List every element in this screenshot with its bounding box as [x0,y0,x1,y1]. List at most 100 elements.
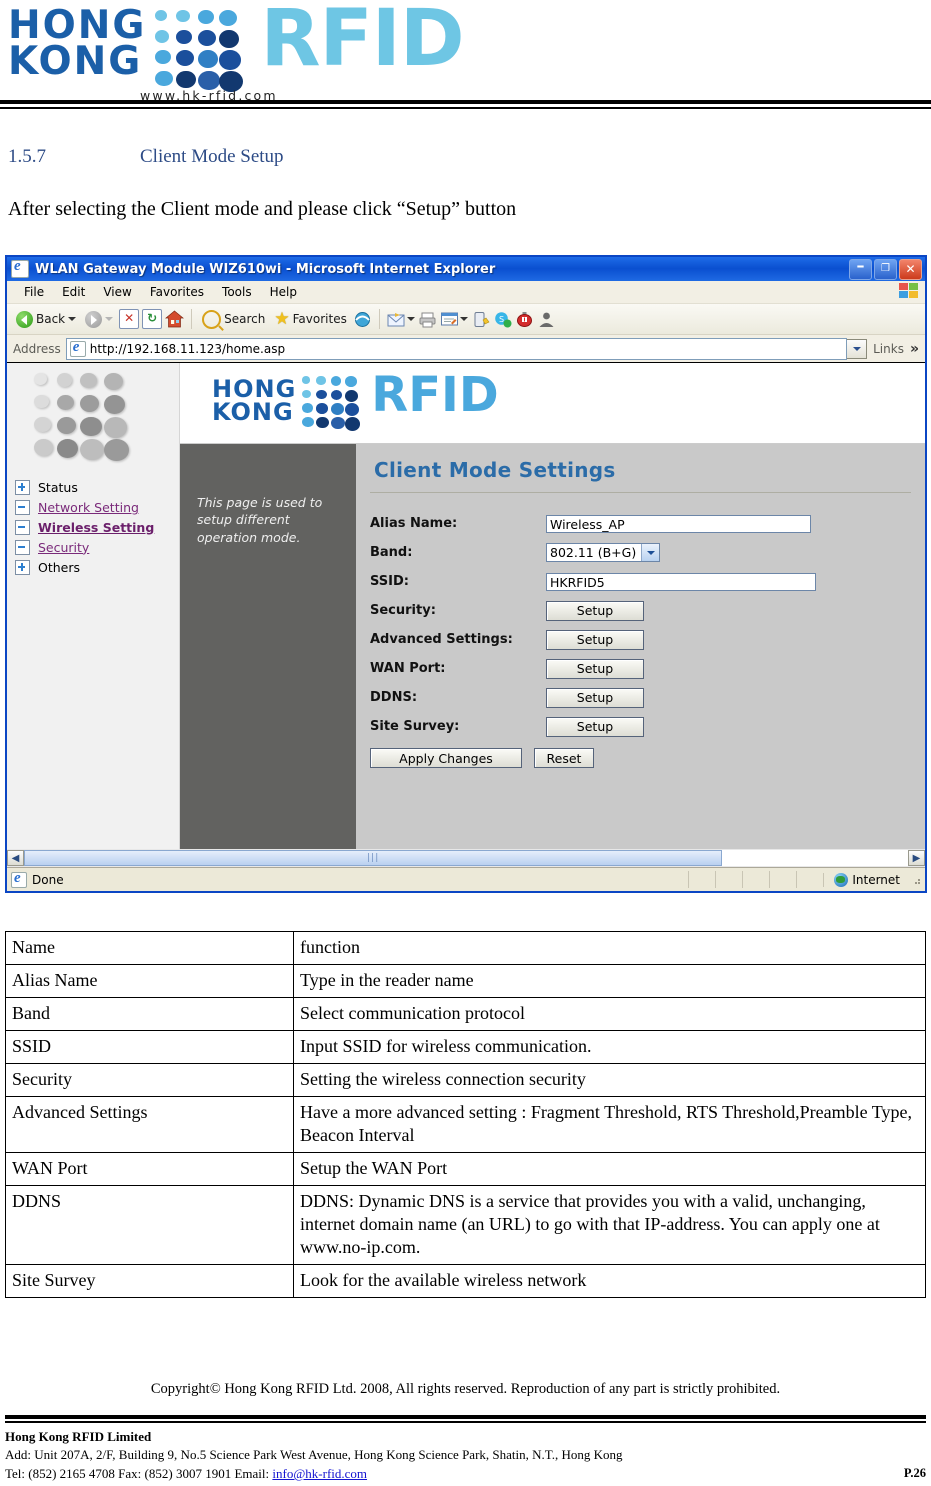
horizontal-scrollbar[interactable]: ◀ ||| ▶ [7,849,925,867]
alert-icon[interactable] [515,311,534,328]
menu-item-help[interactable]: Help [261,284,306,300]
sidebar-item-network-setting[interactable]: Network Setting [15,497,175,517]
links-label[interactable]: Links [873,342,904,356]
minimize-button[interactable]: – [849,258,872,280]
expand-plus-icon[interactable] [15,559,30,575]
chevron-down-icon[interactable] [641,544,660,561]
menu-item-file[interactable]: File [15,284,53,300]
table-row: DDNS DDNS: Dynamic DNS is a service that … [5,1185,926,1266]
setup-button-advanced-settings[interactable]: Setup [546,629,644,650]
close-button[interactable]: ✕ [899,259,922,280]
footer-contact: Tel: (852) 2165 4708 Fax: (852) 3007 190… [5,1465,273,1481]
windows-logo-icon [899,283,919,300]
back-button[interactable]: Back [13,310,79,329]
browser-titlebar[interactable]: WLAN Gateway Module WIZ610wi - Microsoft… [7,257,925,281]
setup-button-security[interactable]: Setup [546,600,644,621]
scroll-left-button[interactable]: ◀ [7,850,24,866]
favorites-button[interactable]: ★ Favorites [271,309,349,329]
table-cell-function: Have a more advanced setting : Fragment … [293,1096,926,1154]
form-fields: Alias Name: Wireless_AP Band: 802.11 (B+G) S… [370,509,913,773]
edit-icon[interactable] [440,311,459,328]
table-cell-name: Alias Name [5,964,294,999]
webpage-logo-wordmark: HONG KONG [212,373,296,423]
sidebar-item-label: Status [38,479,78,495]
email-link[interactable]: info@hk-rfid.com [272,1466,367,1481]
forward-button[interactable] [82,310,116,329]
resize-grip-icon[interactable] [910,874,922,886]
table-row: SSID Input SSID for wireless communicatio… [5,1030,926,1065]
copyright-line: Copyright© Hong Kong RFID Ltd. 2008, All… [150,1381,781,1397]
mail-icon[interactable] [387,311,406,328]
page-icon [69,340,86,357]
menu-item-edit[interactable]: Edit [53,284,94,300]
menu-item-tools[interactable]: Tools [213,284,261,300]
form-row: DDNS: Setup [370,683,913,712]
search-button[interactable]: Search [199,309,268,330]
table-cell-function: Look for the available wireless network [293,1264,926,1299]
print-icon[interactable] [418,311,437,328]
browser-window: WLAN Gateway Module WIZ610wi - Microsoft… [5,255,927,893]
setup-button-site-survey[interactable]: Setup [546,716,644,737]
form-row: WAN Port: Setup [370,654,913,683]
collapse-minus-icon[interactable] [15,519,30,535]
intro-paragraph: After selecting the Client mode and plea… [8,198,517,220]
star-icon: ★ [274,309,290,329]
collapse-minus-icon[interactable] [15,539,30,555]
field-label: Advanced Settings: [370,632,513,647]
input-alias-name[interactable]: Wireless_AP [546,514,811,533]
reset-button[interactable]: Reset [534,748,594,768]
address-value: http://192.168.11.123/home.asp [89,341,286,356]
field-label: Band: [370,545,413,560]
page-number: P.26 [903,1465,926,1480]
description-text: This page is used to setup different ope… [197,495,323,545]
scroll-right-button[interactable]: ▶ [908,850,925,866]
messenger-icon[interactable] [471,311,490,328]
media-icon[interactable] [353,311,372,328]
maximize-button[interactable]: ❐ [874,259,897,280]
table-cell-function: Setting the wireless connection security [293,1063,926,1098]
menu-item-view[interactable]: View [94,284,140,300]
address-dropdown-button[interactable] [847,338,868,359]
address-label: Address [13,341,61,356]
menu-item-favorites[interactable]: Favorites [141,284,213,300]
sidebar-item-others[interactable]: Others [15,557,175,577]
logo-dots-icon [150,6,258,92]
apply-changes-button[interactable]: Apply Changes [370,748,522,768]
field-label: DDNS: [370,690,418,705]
settings-form-panel: Client Mode Settings Alias Name: Wireless… [356,444,925,849]
header-rule-top [0,100,931,104]
sidebar-dots-logo-icon [29,369,149,462]
person-icon[interactable] [537,311,556,328]
setup-button-ddns[interactable]: Setup [546,687,644,708]
expand-plus-icon[interactable] [15,479,30,495]
sidebar-item-security[interactable]: Security [15,537,175,557]
select-band[interactable]: 802.11 (B+G) [546,543,661,562]
field-label: WAN Port: [370,661,446,676]
section-number: 1.5.7 [8,146,46,167]
description-panel: This page is used to setup different ope… [180,444,356,849]
webpage-logo-line2: KONG [212,397,294,426]
address-input[interactable]: http://192.168.11.123/home.asp [65,337,848,360]
footer-address: Add: Unit 207A, 2/F, Building 9, No.5 Sc… [5,1447,623,1463]
skype-icon[interactable]: S [493,311,512,328]
refresh-icon[interactable]: ↻ [142,309,163,329]
toolbar-overflow-icon[interactable]: » [910,341,919,357]
webpage-content: HONG KONG RFID This page is used to setu… [180,363,925,849]
collapse-minus-icon[interactable] [15,499,30,515]
scrollbar-thumb[interactable]: ||| [24,850,723,866]
setup-button-wan-port[interactable]: Setup [546,658,644,679]
table-row: Advanced Settings Have a more advanced se… [5,1096,926,1154]
stop-icon[interactable]: ✕ [119,309,140,329]
zone-label: Internet [852,872,900,887]
document-page: HONG KONG RFID www.hk-rfid.com 1.5.7 Cli… [0,0,931,1486]
sidebar-item-status[interactable]: Status [15,477,175,497]
home-icon[interactable] [165,310,185,328]
svg-text:S: S [499,315,504,324]
scrollbar-track[interactable]: ||| [24,850,908,866]
input-ssid[interactable]: HKRFID5 [546,572,816,591]
internet-explorer-icon [11,260,29,278]
form-heading-divider [370,492,911,493]
sidebar-item-label: Security [38,539,90,555]
table-row: Site Survey Look for the available wirele… [5,1264,926,1299]
sidebar-item-wireless-setting[interactable]: Wireless Setting [15,517,175,537]
